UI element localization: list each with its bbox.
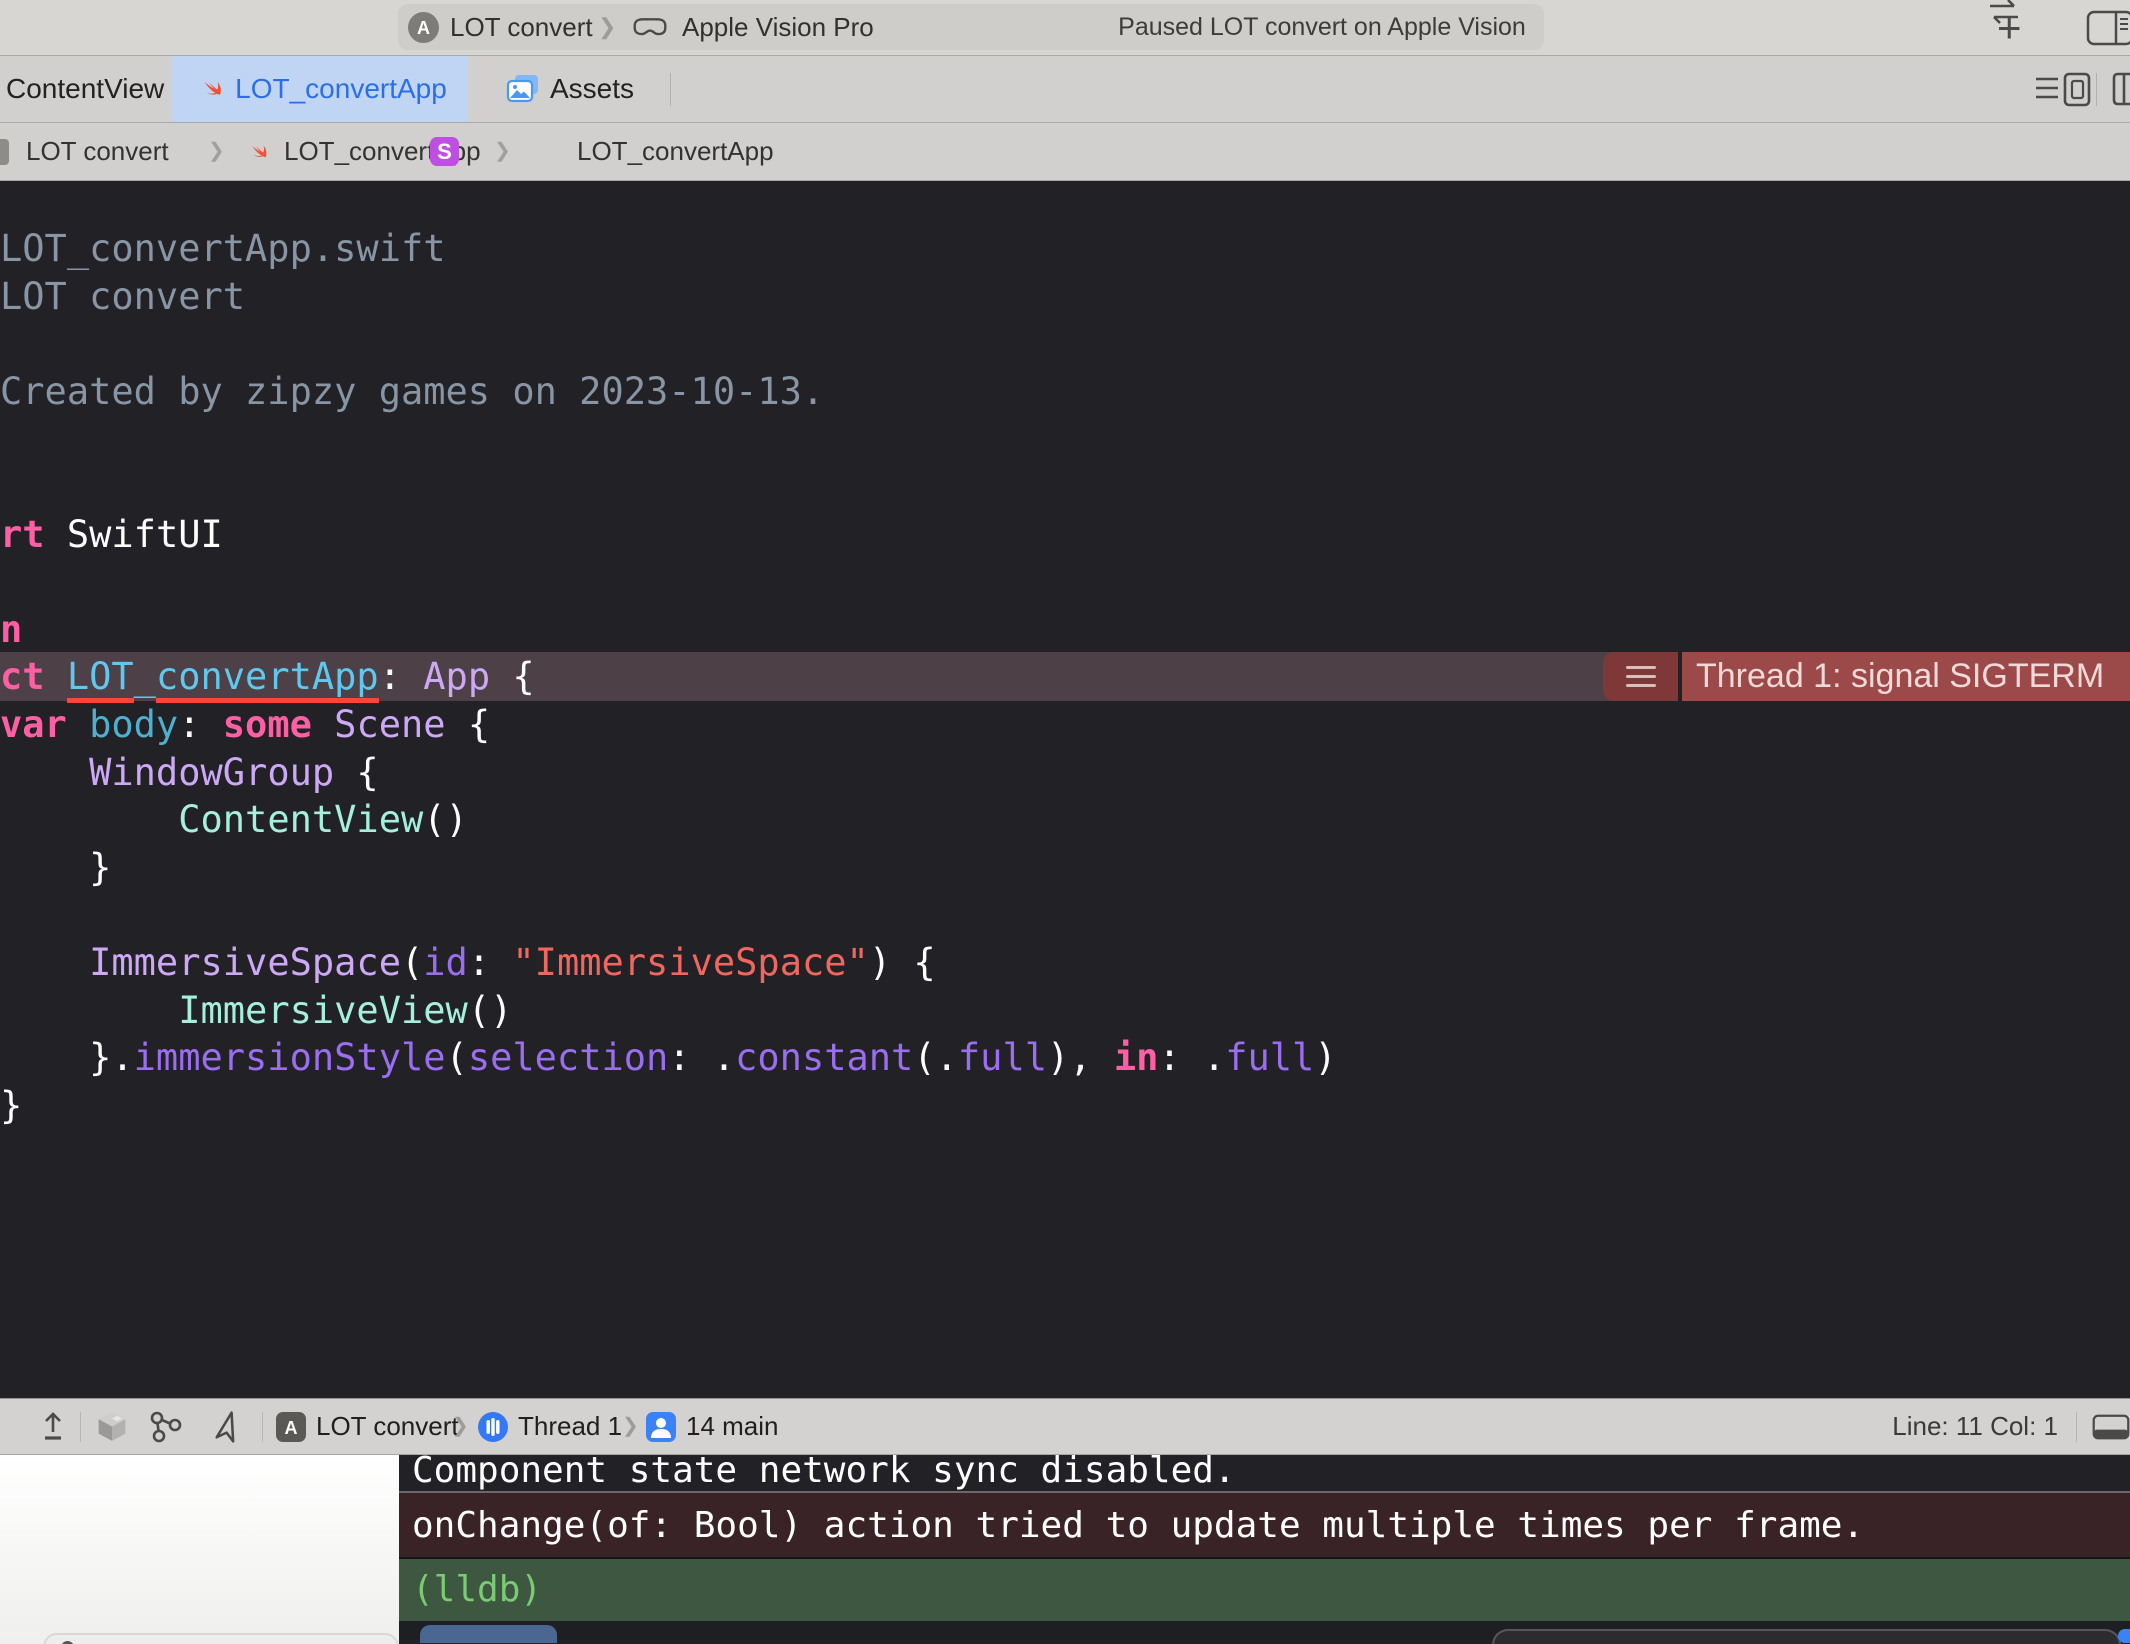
debug-chevron: ❯: [452, 1415, 469, 1437]
debug-frame[interactable]: 14 main: [686, 1399, 779, 1454]
console-row-error: onChange(of: Bool) action tried to updat…: [399, 1493, 2130, 1559]
view-hierarchy-icon[interactable]: [94, 1409, 130, 1445]
console-bottom-bar: [399, 1621, 2130, 1644]
code-line: }: [0, 1083, 23, 1127]
code-line: Created by zipzy games on 2023-10-13.: [0, 369, 825, 413]
separator: [80, 1412, 81, 1442]
jumpbar-project[interactable]: LOT convert: [26, 123, 169, 180]
thread-icon: [478, 1412, 508, 1442]
bottom-panel-icon[interactable]: [2092, 1412, 2130, 1442]
run-destination[interactable]: Apple Vision Pro: [682, 4, 874, 50]
code-line: WindowGroup {: [89, 750, 379, 794]
console-action-button[interactable]: [2118, 1629, 2130, 1643]
editor-layout-icon[interactable]: [2086, 10, 2130, 46]
tab-bar: ContentView LOT_convertApp Assets: [0, 0, 2130, 123]
vision-pro-icon: [630, 16, 670, 38]
svg-text:A: A: [417, 18, 430, 38]
variables-view: [0, 1455, 399, 1644]
separator: [2076, 1412, 2077, 1442]
jumpbar-chevron: ❯: [494, 140, 511, 162]
code-line: LOT convert: [0, 274, 246, 318]
debug-console[interactable]: Component state network sync disabled. on…: [399, 1455, 2130, 1644]
debug-chevron: ❯: [622, 1415, 639, 1437]
debug-process[interactable]: LOT convert: [316, 1399, 459, 1454]
tab-toolbar-separator: [2096, 73, 2097, 106]
scheme-chevron: ❯: [598, 14, 617, 39]
tab-label: LOT_convertApp: [235, 73, 447, 104]
jumpbar-symbol[interactable]: LOT_convertApp: [577, 123, 774, 180]
scheme-name[interactable]: LOT convert: [450, 4, 593, 50]
code-line: LOT_convertApp.swift: [0, 227, 446, 270]
swift-icon: [193, 73, 225, 105]
deploy-icon[interactable]: [36, 1410, 70, 1444]
jump-bar: LOT convert ❯ LOT_convertApp ❯ S LOT_con…: [0, 123, 2130, 181]
code-line: ct LOT_convertApp: App {: [0, 653, 535, 704]
console-filter-segment[interactable]: [420, 1625, 557, 1643]
split-editor-icon[interactable]: [2112, 72, 2130, 106]
separator: [262, 1412, 263, 1442]
variables-filter-field[interactable]: [43, 1633, 399, 1644]
thread-stop-reason: Thread 1: signal SIGTERM: [1682, 652, 2130, 701]
jumpbar-chevron: ❯: [208, 140, 225, 162]
source-editor[interactable]: LOT_convertApp.swift LOT convert Created b…: [0, 181, 2130, 1398]
code-line: }.immersionStyle(selection: .constant(.f…: [0, 1036, 1337, 1080]
tab-label: ContentView: [6, 73, 165, 104]
tab-contentview[interactable]: ContentView: [0, 56, 176, 122]
svg-text:A: A: [285, 1418, 298, 1438]
code-line: ContentView(): [178, 798, 468, 842]
related-items-icon[interactable]: [1986, 0, 2022, 27]
console-filter-field[interactable]: [1492, 1629, 2121, 1644]
tab-assets[interactable]: Assets: [470, 56, 670, 122]
assets-icon: [506, 74, 540, 104]
debug-bar: A LOT convert ❯ Thread 1 ❯ 14 main Line:…: [0, 1398, 2130, 1455]
debug-thread[interactable]: Thread 1: [518, 1399, 622, 1454]
struct-badge-icon: S: [430, 137, 459, 166]
app-icon: A: [408, 12, 439, 43]
memory-graph-icon[interactable]: [148, 1410, 184, 1444]
code-line: n: [0, 607, 23, 651]
line-col-indicator: Line: 11 Col: 1: [1892, 1411, 2058, 1441]
code-line: var body: some Scene {: [0, 703, 491, 746]
editor-options-icon[interactable]: [2034, 71, 2092, 107]
code-line: rt SwiftUI: [0, 512, 223, 556]
tab-separator: [670, 73, 671, 106]
app-badge-icon: A: [276, 1412, 306, 1442]
related-items-button[interactable]: [0, 139, 9, 165]
breakpoint-menu-icon[interactable]: [1603, 652, 1678, 701]
simulate-location-icon[interactable]: [210, 1409, 246, 1445]
stack-frame-icon: [646, 1412, 676, 1442]
code-line: ImmersiveView(): [178, 988, 513, 1032]
tab-label: Assets: [549, 73, 635, 104]
thread-stop-badge: Thread 1: signal SIGTERM: [1603, 652, 2130, 701]
toolbar: A LOT convert ❯ Apple Vision Pro Paused …: [0, 0, 2130, 87]
swift-icon: [242, 138, 270, 166]
console-row-lldb: (lldb): [399, 1559, 2130, 1621]
code-line: ImmersiveSpace(id: "ImmersiveSpace") {: [89, 941, 936, 984]
console-row-plain: Component state network sync disabled.: [399, 1455, 2130, 1493]
xcode-window: A LOT convert ❯ Apple Vision Pro Paused …: [0, 0, 2130, 1644]
code-line: }: [0, 845, 112, 889]
tab-lot-convertapp[interactable]: LOT_convertApp: [172, 56, 468, 122]
